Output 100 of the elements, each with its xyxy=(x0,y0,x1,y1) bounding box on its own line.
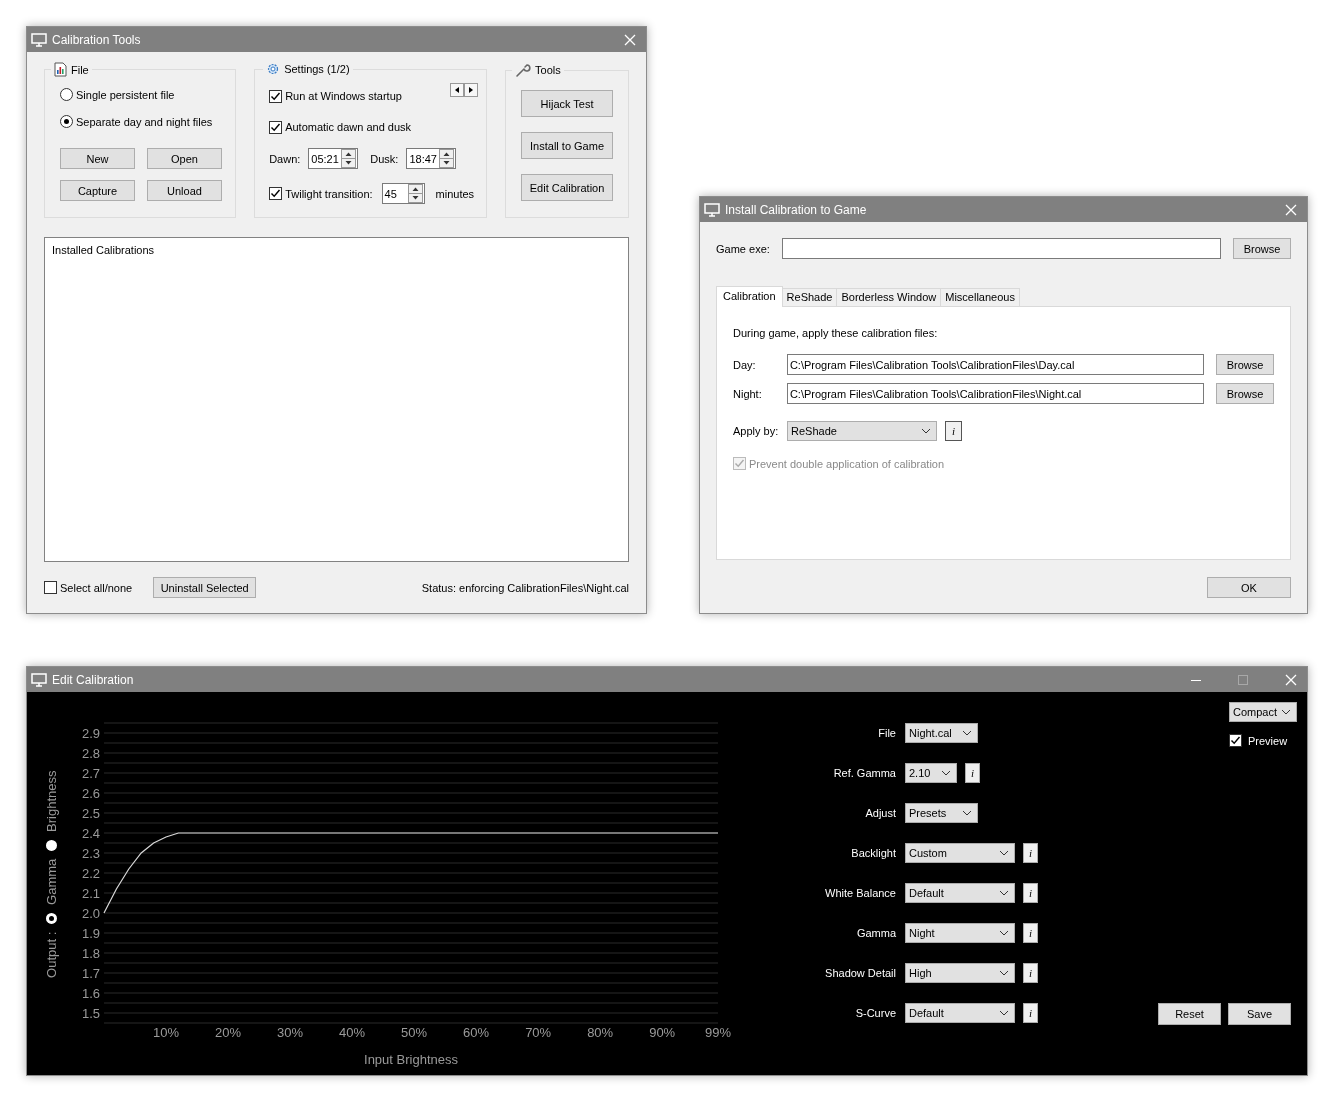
x-tick-label: 20% xyxy=(215,1025,242,1040)
apply-by-dropdown[interactable]: ReShade xyxy=(787,421,937,441)
info-button[interactable]: i xyxy=(1023,923,1038,943)
radio-button[interactable] xyxy=(60,115,73,128)
info-button[interactable]: i xyxy=(1023,1003,1038,1023)
monitor-icon xyxy=(31,32,47,47)
y-tick-label: 1.6 xyxy=(81,985,100,1001)
window-title: Edit Calibration xyxy=(52,672,135,687)
caret-right-icon xyxy=(469,87,474,93)
tab[interactable]: Calibration xyxy=(716,286,783,307)
view-dropdown[interactable]: Compact xyxy=(1229,702,1297,722)
setting-label: Adjust xyxy=(864,807,896,819)
y-tick-label: 2.9 xyxy=(81,725,100,741)
setting-dropdown[interactable]: Night.cal xyxy=(905,723,978,743)
x-tick-label: 50% xyxy=(401,1025,428,1040)
radio-label: Separate day and night files xyxy=(76,115,213,128)
file-path-field[interactable]: C:\Program Files\Calibration Tools\CalibrationFiles\Night.cal xyxy=(786,383,1205,404)
x-tick-label: 30% xyxy=(277,1025,304,1040)
monitor-icon xyxy=(704,202,720,217)
group-title: File xyxy=(71,63,89,76)
info-button[interactable]: i xyxy=(945,421,962,441)
y-tick-label: 2.6 xyxy=(81,785,100,801)
axis-label: Output : xyxy=(43,931,59,978)
spin-arrows-icon[interactable] xyxy=(407,184,423,203)
x-tick-label: 99% xyxy=(705,1025,731,1040)
info-button[interactable]: i xyxy=(1023,843,1038,863)
file-button[interactable]: Open xyxy=(147,148,222,169)
checkbox[interactable] xyxy=(269,120,283,134)
chevron-icon xyxy=(999,890,1009,896)
uninstall-button[interactable]: Uninstall Selected xyxy=(153,577,257,598)
field-label: Dusk: xyxy=(370,152,399,165)
setting-dropdown[interactable]: High xyxy=(905,963,1015,983)
ok-button[interactable]: OK xyxy=(1207,577,1291,598)
file-button[interactable]: Unload xyxy=(147,180,222,201)
next-page-button[interactable] xyxy=(464,83,479,97)
tab[interactable]: Miscellaneous xyxy=(940,288,1020,306)
checkbox[interactable] xyxy=(269,187,283,200)
file-button[interactable]: Capture xyxy=(60,180,135,201)
file-path-field[interactable]: C:\Program Files\Calibration Tools\CalibrationFiles\Day.cal xyxy=(786,354,1205,375)
browse-button[interactable]: Browse xyxy=(1216,354,1274,375)
x-tick-label: 10% xyxy=(153,1025,180,1040)
x-axis-title: Input Brightness xyxy=(364,1052,458,1067)
spin-arrows-icon[interactable] xyxy=(439,149,455,168)
spin-arrows-icon[interactable] xyxy=(341,149,357,168)
setting-dropdown[interactable]: Default xyxy=(905,1003,1015,1023)
time-field[interactable]: 18:47 xyxy=(406,148,457,169)
game-exe-field[interactable] xyxy=(782,238,1221,259)
browse-button[interactable]: Browse xyxy=(1233,238,1291,259)
x-tick-label: 60% xyxy=(463,1025,490,1040)
x-tick-label: 90% xyxy=(649,1025,676,1040)
setting-label: File xyxy=(877,727,896,739)
checkbox[interactable] xyxy=(1229,734,1242,747)
tool-button[interactable]: Edit Calibration xyxy=(521,174,614,201)
number-field[interactable]: 45 xyxy=(381,183,425,204)
setting-label: Ref. Gamma xyxy=(832,767,896,779)
checkbox-label: Automatic dawn and dusk xyxy=(285,121,412,133)
chevron-icon xyxy=(962,730,972,736)
y-tick-label: 1.5 xyxy=(81,1005,100,1021)
x-tick-label: 80% xyxy=(587,1025,614,1040)
chevron-icon xyxy=(999,850,1009,856)
checkbox[interactable] xyxy=(269,89,283,103)
file-button[interactable]: New xyxy=(60,148,135,169)
y-tick-label: 1.8 xyxy=(81,945,100,961)
time-field[interactable]: 05:21 xyxy=(308,148,359,169)
info-button[interactable]: i xyxy=(1023,963,1038,983)
y-tick-label: 2.1 xyxy=(81,885,100,901)
y-tick-label: 2.2 xyxy=(81,865,100,881)
info-button[interactable]: i xyxy=(1023,883,1038,903)
close-icon[interactable] xyxy=(1285,203,1297,216)
setting-dropdown[interactable]: Night xyxy=(905,923,1015,943)
chevron-icon xyxy=(999,930,1009,936)
radio-button[interactable] xyxy=(45,838,57,850)
tool-button[interactable]: Hijack Test xyxy=(521,90,614,117)
checkbox-label: Preview xyxy=(1248,734,1288,747)
tool-button[interactable]: Install to Game xyxy=(521,132,614,159)
calibrations-list[interactable]: Installed Calibrations xyxy=(44,237,629,562)
radio-button[interactable] xyxy=(45,912,57,924)
action-button[interactable]: Save xyxy=(1228,1003,1291,1025)
group-title: Tools xyxy=(535,64,561,76)
checkbox[interactable] xyxy=(44,581,57,594)
field-label: Apply by: xyxy=(733,425,780,437)
setting-dropdown[interactable]: Custom xyxy=(905,843,1015,863)
close-icon[interactable] xyxy=(624,33,636,46)
radio-label: Gamma xyxy=(43,857,59,905)
setting-dropdown[interactable]: Default xyxy=(905,883,1015,903)
browse-button[interactable]: Browse xyxy=(1216,383,1274,404)
y-tick-label: 1.9 xyxy=(81,925,100,941)
field-label: Game exe: xyxy=(716,242,771,255)
setting-dropdown[interactable]: Presets xyxy=(905,803,978,823)
radio-button[interactable] xyxy=(60,88,73,101)
chevron-icon xyxy=(999,970,1009,976)
setting-dropdown[interactable]: 2.10 xyxy=(905,763,957,783)
x-tick-label: 40% xyxy=(339,1025,366,1040)
previous-page-button[interactable] xyxy=(450,83,465,97)
checkbox-label: Prevent double application of calibration xyxy=(749,457,945,470)
action-button[interactable]: Reset xyxy=(1158,1003,1221,1025)
close-icon[interactable] xyxy=(1285,673,1297,686)
checkbox-label: Select all/none xyxy=(60,581,133,594)
radio-label: Single persistent file xyxy=(76,88,175,101)
info-button[interactable]: i xyxy=(965,763,980,783)
